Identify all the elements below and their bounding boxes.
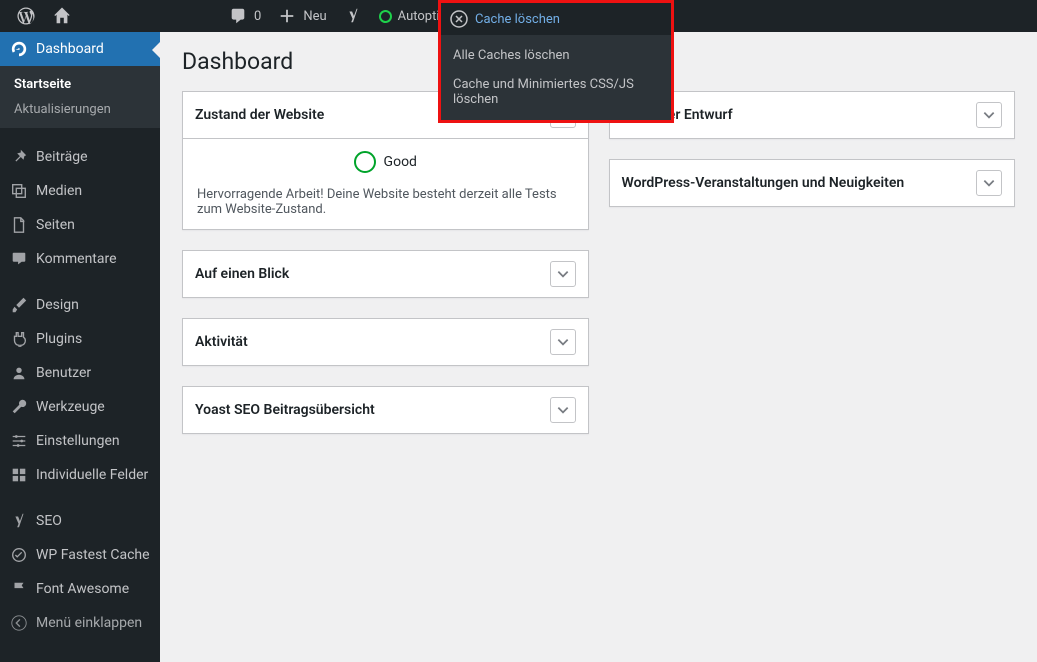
chevron-down-icon: [556, 403, 570, 417]
sidebar-item-custom-fields[interactable]: Individuelle Felder: [0, 458, 160, 492]
sidebar-label: SEO: [36, 513, 62, 529]
admin-sidebar: Dashboard Startseite Aktualisierungen Be…: [0, 32, 160, 662]
cache-label: Cache löschen: [475, 12, 560, 27]
submenu-item-home[interactable]: Startseite: [0, 72, 160, 97]
yoast-menu[interactable]: [335, 0, 371, 32]
cache-dropdown: Alle Caches löschen Cache und Minimierte…: [441, 35, 671, 120]
new-content-menu[interactable]: Neu: [269, 0, 334, 32]
chevron-down-icon: [556, 335, 570, 349]
widget-body: Good Hervorragende Arbeit! Deine Website…: [183, 139, 588, 229]
chevron-down-icon: [556, 267, 570, 281]
health-status: Good: [384, 154, 417, 170]
sidebar-item-settings[interactable]: Einstellungen: [0, 424, 160, 458]
comments-count: 0: [254, 9, 261, 24]
sidebar-item-plugins[interactable]: Plugins: [0, 322, 160, 356]
plug-icon: [10, 330, 28, 348]
comment-icon: [228, 6, 248, 26]
wordpress-icon: [16, 6, 36, 26]
yoast-icon: [343, 6, 363, 26]
sidebar-item-wpfc[interactable]: WP Fastest Cache: [0, 538, 160, 572]
main-content: Dashboard Zustand der Website Good Hervo…: [160, 32, 1037, 662]
wrench-icon: [10, 398, 28, 416]
new-label: Neu: [303, 9, 326, 24]
widget-activity: Aktivität: [182, 318, 589, 366]
widget-header[interactable]: Auf einen Blick: [183, 251, 588, 297]
sidebar-collapse-toggle[interactable]: Menü einklappen: [0, 606, 160, 640]
sidebar-item-seo[interactable]: SEO: [0, 504, 160, 538]
sidebar-label: Kommentare: [36, 251, 117, 267]
comment-icon: [10, 250, 28, 268]
yoast-icon: [10, 512, 28, 530]
sidebar-label: Dashboard: [36, 41, 104, 57]
cache-icon: [449, 9, 469, 29]
media-icon: [10, 182, 28, 200]
sidebar-item-appearance[interactable]: Design: [0, 288, 160, 322]
brush-icon: [10, 296, 28, 314]
flag-icon: [10, 580, 28, 598]
widget-at-a-glance: Auf einen Blick: [182, 250, 589, 298]
comments-link[interactable]: 0: [220, 0, 269, 32]
sliders-icon: [10, 432, 28, 450]
sidebar-item-pages[interactable]: Seiten: [0, 208, 160, 242]
home-icon: [52, 6, 72, 26]
submenu-item-updates[interactable]: Aktualisierungen: [0, 97, 160, 122]
health-ring-icon: [354, 151, 376, 173]
widget-events: WordPress-Veranstaltungen und Neuigkeite…: [609, 159, 1016, 207]
circle-icon: [379, 10, 392, 23]
widget-toggle[interactable]: [550, 397, 576, 423]
plus-icon: [277, 6, 297, 26]
sidebar-label: Werkzeuge: [36, 399, 105, 415]
sidebar-label: Design: [36, 297, 79, 313]
cache-dropdown-highlight: Cache löschen Alle Caches löschen Cache …: [438, 0, 674, 123]
sidebar-item-dashboard[interactable]: Dashboard: [0, 32, 160, 66]
user-icon: [10, 364, 28, 382]
sidebar-label: Font Awesome: [36, 581, 129, 597]
widget-header[interactable]: Yoast SEO Beitragsübersicht: [183, 387, 588, 433]
sidebar-submenu-dashboard: Startseite Aktualisierungen: [0, 66, 160, 128]
widget-toggle[interactable]: [550, 261, 576, 287]
cache-icon: [10, 546, 28, 564]
widget-header[interactable]: WordPress-Veranstaltungen und Neuigkeite…: [610, 160, 1015, 206]
sidebar-label: Beiträge: [36, 149, 88, 165]
sidebar-item-users[interactable]: Benutzer: [0, 356, 160, 390]
widget-yoast: Yoast SEO Beitragsübersicht: [182, 386, 589, 434]
cache-menu-toggle[interactable]: Cache löschen: [441, 3, 671, 35]
sidebar-label: Individuelle Felder: [36, 467, 148, 483]
widget-toggle[interactable]: [550, 329, 576, 355]
widget-toggle[interactable]: [976, 170, 1002, 196]
dashboard-icon: [10, 40, 28, 58]
widget-header[interactable]: Aktivität: [183, 319, 588, 365]
widget-title: WordPress-Veranstaltungen und Neuigkeite…: [622, 175, 905, 191]
cache-item-cssjs[interactable]: Cache und Minimiertes CSS/JS löschen: [441, 70, 671, 114]
cache-item-all[interactable]: Alle Caches löschen: [441, 41, 671, 70]
sidebar-label: Einstellungen: [36, 433, 120, 449]
sidebar-item-posts[interactable]: Beiträge: [0, 140, 160, 174]
sidebar-label: WP Fastest Cache: [36, 547, 150, 563]
sidebar-item-comments[interactable]: Kommentare: [0, 242, 160, 276]
grid-icon: [10, 466, 28, 484]
sidebar-label: Seiten: [36, 217, 75, 233]
widget-title: Yoast SEO Beitragsübersicht: [195, 402, 375, 418]
sidebar-label: Menü einklappen: [36, 615, 142, 631]
sidebar-item-media[interactable]: Medien: [0, 174, 160, 208]
sidebar-label: Benutzer: [36, 365, 91, 381]
widget-title: Zustand der Website: [195, 107, 324, 123]
widget-toggle[interactable]: [976, 102, 1002, 128]
site-home-link[interactable]: [44, 0, 80, 32]
sidebar-item-tools[interactable]: Werkzeuge: [0, 390, 160, 424]
page-icon: [10, 216, 28, 234]
chevron-down-icon: [982, 176, 996, 190]
wp-logo-menu[interactable]: [8, 0, 44, 32]
current-indicator-icon: [152, 42, 160, 58]
health-description: Hervorragende Arbeit! Deine Website best…: [197, 187, 574, 217]
widget-title: Aktivität: [195, 334, 248, 350]
chevron-down-icon: [982, 108, 996, 122]
sidebar-label: Medien: [36, 183, 82, 199]
sidebar-label: Plugins: [36, 331, 82, 347]
sidebar-item-fontawesome[interactable]: Font Awesome: [0, 572, 160, 606]
collapse-icon: [10, 614, 28, 632]
pin-icon: [10, 148, 28, 166]
widget-title: Auf einen Blick: [195, 266, 289, 282]
